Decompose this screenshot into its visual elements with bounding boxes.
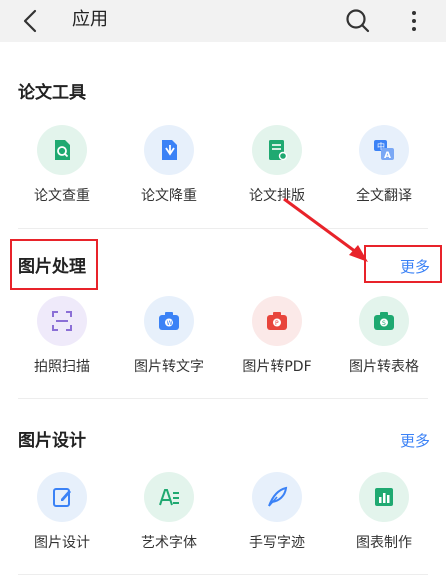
annotation-arrow [283, 197, 368, 262]
